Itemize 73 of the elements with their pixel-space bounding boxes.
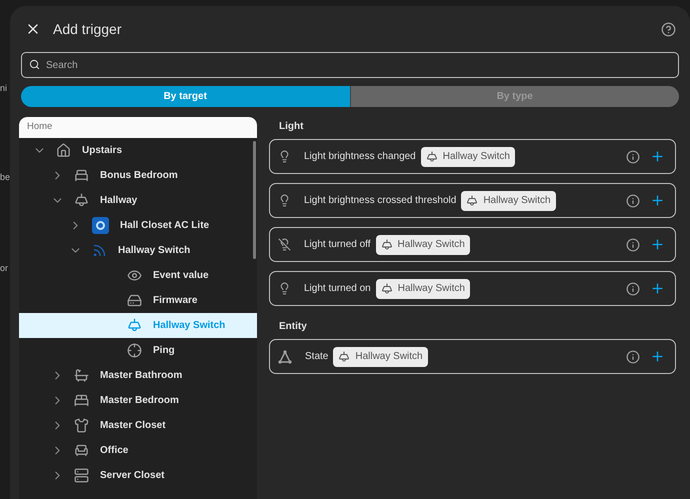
background-text: or — [0, 262, 8, 275]
tree-item[interactable]: Master Bathroom — [19, 363, 257, 388]
triangle-nodes-icon — [278, 350, 292, 364]
background-text: be — [0, 171, 10, 184]
tree-item-label: Hallway Switch — [118, 244, 190, 258]
tree-item[interactable]: Server Closet — [19, 463, 257, 488]
tree-item[interactable]: Event value — [19, 263, 257, 288]
tree-item-label: Ping — [153, 344, 175, 358]
trigger-label: Light brightness crossed threshold — [304, 194, 456, 208]
ceiling-light-icon — [380, 282, 393, 294]
add-button[interactable] — [650, 281, 665, 296]
tree-item[interactable]: Hall Closet AC Lite — [19, 213, 257, 238]
tree-item[interactable]: Firmware — [19, 288, 257, 313]
tree-header: Home — [19, 117, 257, 138]
tree-item-label: Master Bedroom — [100, 394, 179, 408]
tree-item[interactable]: Hallway Switch — [19, 238, 257, 263]
tree-item-label: Master Closet — [100, 419, 166, 433]
add-button[interactable] — [650, 149, 665, 164]
dialog-title: Add trigger — [53, 20, 122, 39]
info-button[interactable] — [626, 350, 640, 364]
search-icon — [29, 59, 40, 70]
search-field[interactable]: Search — [21, 52, 679, 78]
tree-item-label: Master Bathroom — [100, 369, 182, 383]
trigger-card[interactable]: Light brightness crossed threshold Hallway Switch — [269, 183, 676, 218]
tree-item-label: Hallway — [100, 194, 138, 208]
ceiling-light-icon — [426, 150, 438, 162]
device-icon — [92, 217, 109, 234]
tree-item-label: Event value — [153, 269, 209, 283]
lightbulb-icon — [278, 194, 291, 207]
section-title: Light — [278, 120, 304, 134]
tree-item[interactable]: Upstairs — [19, 138, 257, 163]
tree-item[interactable]: Master Closet — [19, 413, 257, 438]
target-chip-label: Hallway Switch — [398, 282, 465, 296]
ceiling-light-icon — [380, 238, 393, 250]
add-button[interactable] — [650, 193, 665, 208]
info-button[interactable] — [626, 150, 640, 164]
trigger-card[interactable]: Light turned off Hallway Switch — [269, 227, 676, 262]
tree-item[interactable]: Master Bedroom — [19, 388, 257, 413]
tree-item-label: Firmware — [153, 294, 198, 308]
ceiling-light-icon — [466, 194, 478, 206]
help-button[interactable] — [661, 22, 676, 36]
tree-item[interactable]: Bonus Bedroom — [19, 163, 257, 188]
add-button[interactable] — [650, 349, 665, 364]
trigger-label: Light turned on — [304, 282, 371, 296]
add-button[interactable] — [650, 237, 665, 252]
info-button[interactable] — [626, 194, 640, 208]
tree-item-label: Server Closet — [100, 469, 164, 483]
target-chip-label: Hallway Switch — [398, 238, 465, 252]
trigger-label: Light turned off — [304, 238, 371, 252]
info-button[interactable] — [626, 282, 640, 296]
tree-item[interactable]: Office — [19, 438, 257, 463]
tree-item-label: Bonus Bedroom — [100, 169, 178, 183]
tree-item-label: Hall Closet AC Lite — [120, 219, 210, 233]
trigger-card[interactable]: Light brightness changed Hallway Switch — [269, 139, 676, 174]
trigger-label: State — [305, 350, 328, 364]
background-text: ni — [0, 82, 8, 95]
trigger-card[interactable]: State Hallway Switch — [269, 339, 676, 374]
lightbulb-off-icon — [278, 238, 291, 251]
tree-item-label: Office — [100, 444, 128, 458]
target-chip-label: Hallway Switch — [355, 350, 423, 364]
ceiling-light-icon — [338, 350, 350, 362]
tree-item-label: Hallway Switch — [153, 319, 226, 333]
lightbulb-icon — [278, 150, 291, 163]
trigger-card[interactable]: Light turned on Hallway Switch — [269, 271, 676, 306]
tree-item-label: Upstairs — [82, 144, 122, 158]
lightbulb-icon — [278, 282, 291, 295]
info-button[interactable] — [626, 238, 640, 252]
tree-item[interactable]: Hallway — [19, 188, 257, 213]
trigger-label: Light brightness changed — [304, 150, 416, 164]
section-title: Entity — [278, 320, 308, 334]
target-chip-label: Hallway Switch — [442, 150, 510, 164]
target-chip-label: Hallway Switch — [483, 194, 551, 208]
tree-item[interactable]: Ping — [19, 338, 257, 363]
